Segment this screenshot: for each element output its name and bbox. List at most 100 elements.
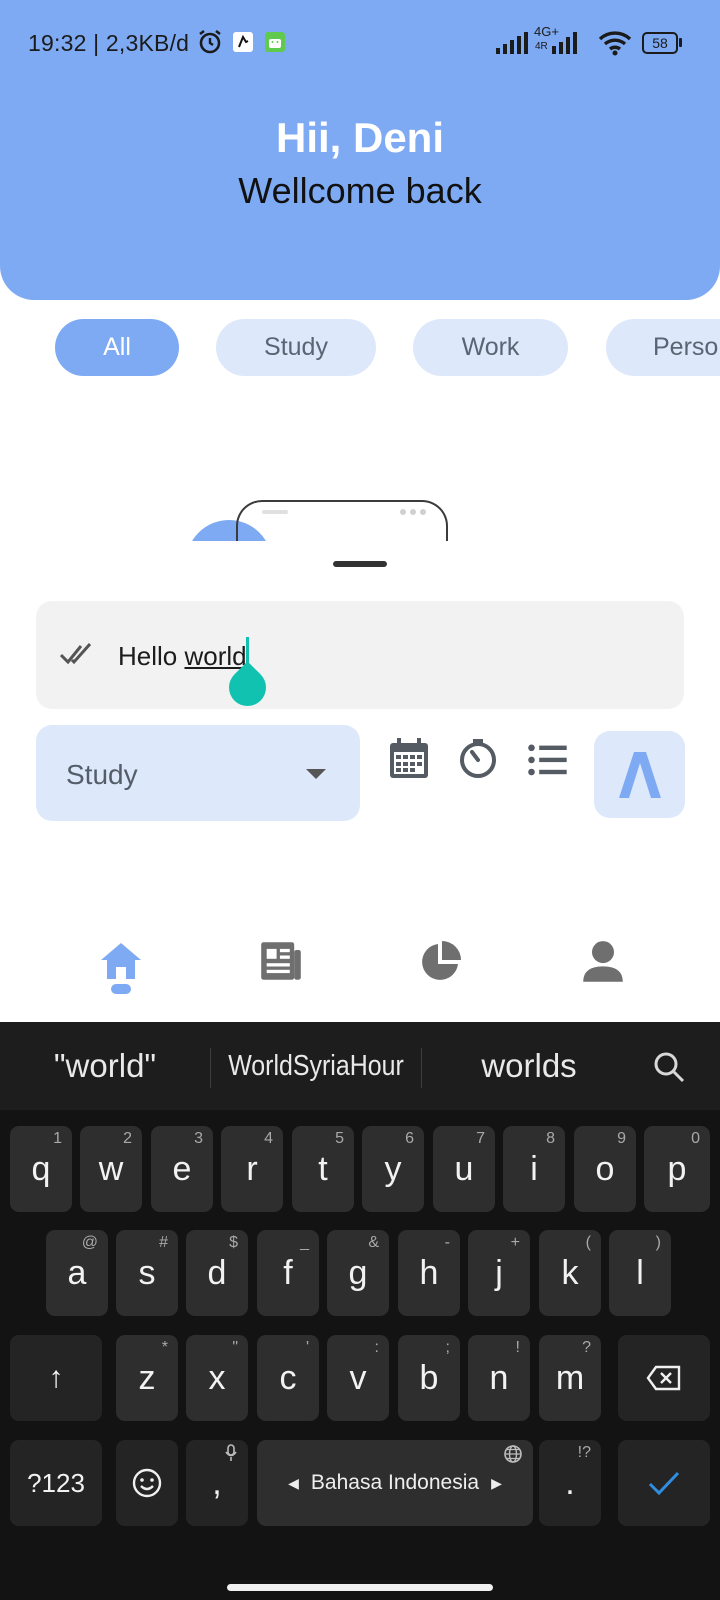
soft-keyboard: "world" WorldSyriaHour worlds 1q 2w 3e 4… [0, 1022, 720, 1600]
shift-key[interactable]: ↑ [10, 1335, 102, 1421]
key-d[interactable]: $ d [186, 1230, 248, 1316]
backspace-key[interactable] [618, 1335, 710, 1421]
period-key[interactable]: !?. [539, 1440, 601, 1526]
key-z[interactable]: * z [116, 1335, 178, 1421]
greeting-title: Hii, Deni [275, 114, 445, 161]
key-v[interactable]: :v [327, 1335, 389, 1421]
emoji-icon [132, 1468, 162, 1498]
person-icon[interactable] [581, 940, 625, 984]
key-h[interactable]: -h [398, 1230, 460, 1316]
chip-study[interactable]: Study [216, 319, 376, 376]
key-label: p [667, 1149, 687, 1188]
key-o[interactable]: 9o [574, 1126, 636, 1212]
key-label: l [636, 1253, 644, 1292]
enter-key[interactable] [618, 1440, 710, 1526]
suggestion-1[interactable]: "world" [0, 1022, 210, 1110]
key-hint: 0 [691, 1130, 700, 1147]
task-text-prefix: Hello [118, 641, 185, 671]
chip-all[interactable]: All [55, 319, 179, 376]
key-hint: + [510, 1234, 520, 1251]
key-label: d [207, 1253, 227, 1292]
battery-level: 58 [652, 35, 668, 51]
symbols-label: ?123 [27, 1467, 85, 1498]
key-hint: 6 [405, 1130, 414, 1147]
key-w[interactable]: 2w [80, 1126, 142, 1212]
signal-2-icon [552, 32, 577, 54]
chip-personal[interactable]: Perso [606, 319, 720, 376]
space-key[interactable]: ◀ Bahasa Indonesia ▶ [257, 1440, 533, 1526]
key-label: a [67, 1253, 87, 1292]
key-hint: !? [577, 1444, 591, 1461]
calendar-icon[interactable] [387, 737, 431, 781]
key-hint: @ [81, 1234, 98, 1251]
home-gesture-bar[interactable] [227, 1584, 493, 1591]
key-u[interactable]: 7u [433, 1126, 495, 1212]
newspaper-icon[interactable] [259, 939, 303, 983]
alarm-icon [199, 29, 221, 54]
key-y[interactable]: 6y [362, 1126, 424, 1212]
suggestion-2[interactable]: WorldSyriaHour [226, 1022, 407, 1110]
chip-work[interactable]: Work [413, 319, 568, 376]
key-r[interactable]: 4r [221, 1126, 283, 1212]
key-n[interactable]: ! n [468, 1335, 530, 1421]
home-icon[interactable] [99, 939, 143, 983]
android-app-icon [265, 32, 285, 52]
key-k[interactable]: (k [539, 1230, 601, 1316]
key-q[interactable]: 1q [10, 1126, 72, 1212]
send-button[interactable] [594, 731, 685, 818]
key-f[interactable]: _ f [257, 1230, 319, 1316]
key-hint: 4 [264, 1130, 273, 1147]
task-input-text: Hello world [118, 641, 247, 672]
checkmark-icon [648, 1471, 680, 1496]
key-label: o [595, 1149, 615, 1188]
chip-label: Perso [653, 333, 719, 361]
key-e[interactable]: 3e [151, 1126, 213, 1212]
battery-tip [679, 38, 682, 47]
network-type-sub: 4R [535, 41, 548, 52]
key-label: e [172, 1149, 192, 1188]
list-icon[interactable] [526, 739, 570, 783]
key-label: f [283, 1253, 293, 1292]
sheet-drag-handle[interactable] [333, 561, 387, 567]
double-check-icon [60, 643, 92, 665]
header-banner: 19:32 | 2,3KB/d 4G+ 4R 58 Hii, Deni Well… [0, 0, 720, 300]
welcome-subtitle: Wellcome back [238, 170, 482, 211]
key-label: i [530, 1149, 538, 1188]
emoji-key[interactable] [116, 1440, 178, 1526]
backspace-icon [646, 1365, 681, 1391]
task-input-field[interactable]: Hello world [36, 601, 684, 709]
pie-chart-icon[interactable] [418, 940, 462, 984]
timer-icon[interactable] [456, 737, 500, 781]
symbols-key[interactable]: ?123 [10, 1440, 102, 1526]
app-screen: 19:32 | 2,3KB/d 4G+ 4R 58 Hii, Deni Well… [0, 0, 720, 1600]
suggestion-3[interactable]: worlds [422, 1022, 636, 1110]
caret-left-icon: ◀ [288, 1474, 299, 1491]
space-label-group: ◀ Bahasa Indonesia ▶ [288, 1471, 502, 1495]
key-a[interactable]: @ a [46, 1230, 108, 1316]
key-b[interactable]: ; b [398, 1335, 460, 1421]
key-i[interactable]: 8i [503, 1126, 565, 1212]
space-language-label: Bahasa Indonesia [310, 1471, 480, 1494]
key-m[interactable]: ? m [539, 1335, 601, 1421]
status-time-speed: 19:32 | 2,3KB/d [28, 30, 190, 56]
key-j[interactable]: + j [468, 1230, 530, 1316]
category-dropdown[interactable]: Study [36, 725, 360, 821]
key-label: g [348, 1253, 368, 1292]
key-c[interactable]: ' c [257, 1335, 319, 1421]
key-hint: 1 [53, 1130, 62, 1147]
globe-icon [504, 1445, 522, 1463]
key-hint: 2 [123, 1130, 132, 1147]
comma-key[interactable]: , [186, 1440, 248, 1526]
key-hint: ( [585, 1234, 591, 1251]
key-p[interactable]: 0p [644, 1126, 710, 1212]
key-s[interactable]: # s [116, 1230, 178, 1316]
key-x[interactable]: " x [186, 1335, 248, 1421]
key-label: v [349, 1358, 367, 1397]
key-t[interactable]: 5t [292, 1126, 354, 1212]
key-g[interactable]: & g [327, 1230, 389, 1316]
comma-label: , [212, 1463, 222, 1502]
key-label: t [318, 1149, 328, 1188]
key-l[interactable]: ) l [609, 1230, 671, 1316]
key-label: s [138, 1253, 156, 1292]
search-icon[interactable] [652, 1050, 686, 1084]
